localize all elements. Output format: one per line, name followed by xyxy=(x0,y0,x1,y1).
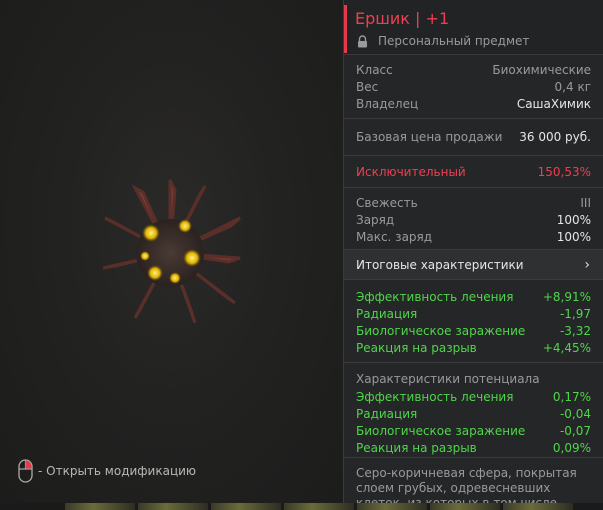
total-stats-label: Итоговые характеристики xyxy=(356,257,524,272)
potential-row: Радиация -0,04 xyxy=(356,405,591,422)
weight-label: Вес xyxy=(356,79,379,94)
stat-label: Биологическое заражение xyxy=(356,323,526,338)
inventory-slot[interactable] xyxy=(503,503,573,510)
freshness-label: Свежесть xyxy=(356,195,418,210)
potential-row: Эффективность лечения 0,17% xyxy=(356,388,591,405)
stat-row: Радиация -1,97 xyxy=(356,305,591,322)
open-modification-label: - Открыть модификацию xyxy=(38,464,197,478)
chevron-right-icon: › xyxy=(584,256,590,273)
weight-value: 0,4 кг xyxy=(554,79,591,94)
potential-label: Радиация xyxy=(356,406,418,421)
class-label: Класс xyxy=(356,62,393,77)
personal-item-label: Персональный предмет xyxy=(357,34,529,48)
stat-label: Реакция на разрыв xyxy=(356,340,477,355)
potential-label: Эффективность лечения xyxy=(356,389,514,404)
class-row: Класс Биохимические xyxy=(356,61,591,78)
open-modification-hint: - Открыть модификацию xyxy=(18,458,196,484)
stat-label: Эффективность лечения xyxy=(356,289,514,304)
basic-info-section: Класс Биохимические Вес 0,4 кг Владелец … xyxy=(344,55,603,119)
rarity-value: 150,53% xyxy=(537,164,591,179)
potential-value: 0,09% xyxy=(552,440,591,455)
item-preview-pane: - Открыть модификацию xyxy=(0,0,343,503)
stat-label: Радиация xyxy=(356,306,418,321)
potential-label: Биологическое заражение xyxy=(356,423,526,438)
personal-item-text: Персональный предмет xyxy=(378,34,530,48)
potential-value: -0,04 xyxy=(559,406,591,421)
item-description: Серо-коричневая сфера, покрытая слоем гр… xyxy=(356,466,577,503)
max-charge-label: Макс. заряд xyxy=(356,229,433,244)
mouse-right-click-icon xyxy=(18,459,33,483)
price-row: Базовая цена продажи 36 000 руб. xyxy=(356,128,591,145)
rarity-section: Исключительный 150,53% xyxy=(344,156,603,188)
owner-value: СашаХимик xyxy=(516,96,591,111)
potential-heading: Характеристики потенциала xyxy=(356,372,540,386)
inventory-slot[interactable] xyxy=(284,503,354,510)
charge-value: 100% xyxy=(556,212,591,227)
potential-row: Биологическое заражение -0,07 xyxy=(356,422,591,439)
inventory-strip xyxy=(0,503,603,510)
potential-row: Реакция на разрыв 0,09% xyxy=(356,439,591,456)
stat-row: Реакция на разрыв +4,45% xyxy=(356,339,591,356)
total-stats-section: Эффективность лечения +8,91% Радиация -1… xyxy=(344,280,603,363)
stat-value: +8,91% xyxy=(542,289,591,304)
potential-value: 0,17% xyxy=(552,389,591,404)
rarity-label: Исключительный xyxy=(356,164,466,179)
charge-row: Заряд 100% xyxy=(356,211,591,228)
potential-label: Реакция на разрыв xyxy=(356,440,477,455)
price-label: Базовая цена продажи xyxy=(356,129,503,144)
stat-value: -1,97 xyxy=(559,306,591,321)
potential-value: -0,07 xyxy=(559,423,591,438)
potential-stats-section: Характеристики потенциала Эффективность … xyxy=(344,363,603,458)
charge-label: Заряд xyxy=(356,212,395,227)
status-section: Свежесть III Заряд 100% Макс. заряд 100% xyxy=(344,188,603,250)
inventory-slot[interactable] xyxy=(211,503,281,510)
rarity-accent-bar xyxy=(344,5,347,53)
owner-row: Владелец СашаХимик xyxy=(356,95,591,112)
weight-row: Вес 0,4 кг xyxy=(356,78,591,95)
stat-value: +4,45% xyxy=(542,340,591,355)
item-title: Ершик | +1 xyxy=(355,9,450,28)
total-stats-toggle[interactable]: Итоговые характеристики › xyxy=(344,250,603,280)
item-header: Ершик | +1 Персональный предмет xyxy=(344,0,603,55)
inventory-slot[interactable] xyxy=(430,503,500,510)
inventory-slot[interactable] xyxy=(138,503,208,510)
inventory-slot[interactable] xyxy=(65,503,135,510)
freshness-value: III xyxy=(580,195,591,210)
inventory-slot[interactable] xyxy=(357,503,427,510)
stat-value: -3,32 xyxy=(559,323,591,338)
stat-row: Эффективность лечения +8,91% xyxy=(356,288,591,305)
max-charge-value: 100% xyxy=(556,229,591,244)
item-info-panel: Ершик | +1 Персональный предмет Класс Би… xyxy=(343,0,603,503)
max-charge-row: Макс. заряд 100% xyxy=(356,228,591,245)
price-value: 36 000 руб. xyxy=(519,129,591,144)
price-section: Базовая цена продажи 36 000 руб. xyxy=(344,119,603,156)
class-value: Биохимические xyxy=(492,62,591,77)
spiky-sphere-artifact-icon xyxy=(102,179,241,324)
stat-row: Биологическое заражение -3,32 xyxy=(356,322,591,339)
lock-icon xyxy=(358,34,367,47)
freshness-row: Свежесть III xyxy=(356,194,591,211)
owner-label: Владелец xyxy=(356,96,419,111)
rarity-row: Исключительный 150,53% xyxy=(356,163,591,180)
